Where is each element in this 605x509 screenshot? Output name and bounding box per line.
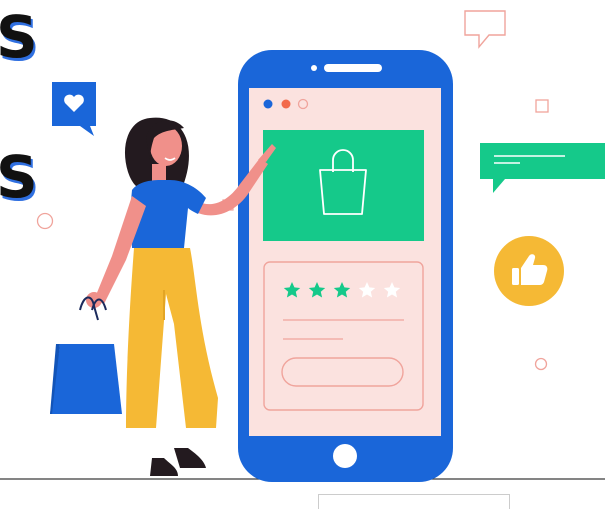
phone-mockup [238, 50, 453, 482]
home-button[interactable] [333, 444, 357, 468]
message-bubble [480, 143, 605, 193]
shopping-bag-icon [50, 296, 122, 414]
heart-bubble-icon [52, 82, 96, 136]
phone-speaker [324, 64, 382, 72]
product-card[interactable] [263, 130, 424, 241]
decor-circle-right [534, 357, 548, 371]
phone-camera [311, 65, 317, 71]
decor-circle-left [36, 212, 54, 230]
shopping-illustration [0, 10, 605, 482]
chat-outline-icon [464, 10, 506, 49]
bottom-panel-edge [318, 494, 510, 509]
decor-square-right [535, 99, 549, 113]
window-dot-red [281, 99, 291, 109]
thumbs-up-icon [494, 236, 564, 306]
window-dot-blue [263, 99, 273, 109]
